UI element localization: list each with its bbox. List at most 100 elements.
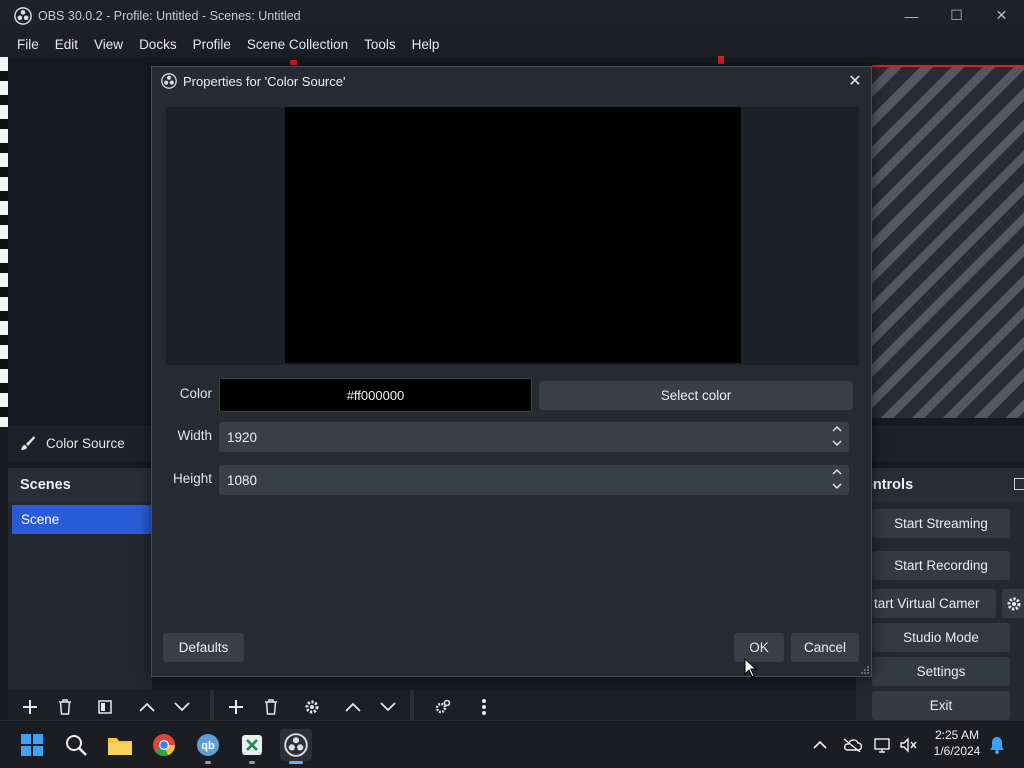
cancel-button[interactable]: Cancel xyxy=(791,633,859,662)
scene-list-item[interactable]: Scene xyxy=(12,505,152,534)
dialog-close-button[interactable]: ✕ xyxy=(845,71,865,91)
menu-scene-collection[interactable]: Scene Collection xyxy=(239,37,356,52)
trash-icon xyxy=(265,699,277,715)
active-indicator xyxy=(289,761,303,764)
spin-arrows-icon[interactable] xyxy=(831,467,843,493)
resize-grip-icon[interactable] xyxy=(861,666,869,674)
menu-edit[interactable]: Edit xyxy=(47,37,86,52)
window-title: OBS 30.0.2 - Profile: Untitled - Scenes:… xyxy=(38,8,301,23)
start-icon xyxy=(21,734,43,756)
color-swatch[interactable]: #ff000000 xyxy=(219,378,532,412)
source-handle-left xyxy=(290,60,297,65)
system-clock[interactable]: 2:25 AM 1/6/2024 xyxy=(928,727,986,759)
virtual-camera-settings-button[interactable] xyxy=(1002,589,1024,618)
network-icon xyxy=(874,738,890,753)
menu-tools[interactable]: Tools xyxy=(356,37,404,52)
height-value: 1080 xyxy=(227,472,258,488)
move-scene-down-button[interactable] xyxy=(168,694,196,720)
maximize-button[interactable]: ☐ xyxy=(934,0,979,31)
scene-filters-button[interactable] xyxy=(91,694,119,720)
select-color-button[interactable]: Select color xyxy=(539,381,853,410)
tray-notifications[interactable] xyxy=(987,735,1007,755)
controls-dock: ontrols Start Streaming Start Recording … xyxy=(856,468,1024,720)
chevron-down-icon xyxy=(174,702,190,712)
menu-bar: File Edit View Docks Profile Scene Colle… xyxy=(0,31,1024,57)
svg-text:qb: qb xyxy=(201,740,215,752)
undock-icon[interactable] xyxy=(1014,478,1024,490)
width-value: 1920 xyxy=(227,429,258,445)
menu-help[interactable]: Help xyxy=(404,37,448,52)
toolbar-separator xyxy=(210,690,214,722)
running-indicator xyxy=(205,761,211,764)
menu-profile[interactable]: Profile xyxy=(185,37,239,52)
menu-view[interactable]: View xyxy=(86,37,131,52)
taskbar: qb xyxy=(0,720,1024,768)
spin-arrows-icon[interactable] xyxy=(831,424,843,450)
tray-overflow-button[interactable] xyxy=(810,735,830,755)
toolbar-separator xyxy=(410,690,414,722)
defaults-button[interactable]: Defaults xyxy=(163,633,244,662)
volume-muted-icon xyxy=(900,737,917,753)
scenes-header: Scenes xyxy=(8,468,152,502)
start-streaming-button[interactable]: Start Streaming xyxy=(872,509,1010,538)
source-properties-button[interactable] xyxy=(298,694,326,720)
width-spinbox[interactable]: 1920 xyxy=(219,422,849,452)
source-handle xyxy=(718,56,724,64)
close-window-button[interactable]: ✕ xyxy=(979,0,1024,31)
source-toolbar: Color Source xyxy=(8,425,152,461)
file-explorer-icon xyxy=(108,738,132,755)
taskbar-file-explorer[interactable] xyxy=(104,729,136,761)
add-scene-button[interactable] xyxy=(16,694,44,720)
taskbar-obs[interactable] xyxy=(280,729,312,764)
tray-network[interactable] xyxy=(873,735,893,755)
window-titlebar: OBS 30.0.2 - Profile: Untitled - Scenes:… xyxy=(0,0,1024,31)
minimize-button[interactable]: — xyxy=(889,0,934,31)
search-icon xyxy=(66,735,87,756)
color-preview-canvas xyxy=(285,107,741,363)
chevron-down-icon xyxy=(380,702,396,712)
preview-left-edge xyxy=(0,57,8,427)
chevron-up-icon xyxy=(345,702,361,712)
add-source-button[interactable] xyxy=(222,694,250,720)
audio-advanced-button[interactable] xyxy=(429,694,457,720)
chrome-icon xyxy=(153,734,176,757)
obs-logo-icon xyxy=(14,6,32,25)
taskbar-qbittorrent[interactable]: qb xyxy=(192,729,224,764)
bell-icon xyxy=(990,737,1004,754)
taskbar-search-button[interactable] xyxy=(60,729,92,761)
move-source-down-button[interactable] xyxy=(374,694,402,720)
tray-volume[interactable] xyxy=(899,735,919,755)
obs-icon xyxy=(284,733,308,757)
exit-button[interactable]: Exit xyxy=(872,691,1010,720)
kebab-menu-icon xyxy=(482,699,486,715)
width-label: Width xyxy=(177,428,212,443)
tray-onedrive[interactable] xyxy=(842,735,862,755)
audio-menu-button[interactable] xyxy=(470,694,498,720)
chevron-up-icon xyxy=(139,702,155,712)
move-source-up-button[interactable] xyxy=(339,694,367,720)
taskbar-chrome[interactable] xyxy=(148,729,180,761)
ok-button[interactable]: OK xyxy=(734,633,784,662)
move-scene-up-button[interactable] xyxy=(133,694,161,720)
studio-mode-button[interactable]: Studio Mode xyxy=(872,623,1010,652)
gears-icon xyxy=(435,699,451,714)
settings-button[interactable]: Settings xyxy=(872,657,1010,686)
start-virtual-camera-button[interactable]: tart Virtual Camer xyxy=(872,589,996,618)
taskbar-excel[interactable] xyxy=(236,729,268,764)
clock-time: 2:25 AM xyxy=(934,728,980,742)
properties-dialog: Properties for 'Color Source' ✕ Color #f… xyxy=(151,66,872,677)
start-button[interactable] xyxy=(16,729,48,761)
mouse-cursor-icon xyxy=(744,658,758,678)
menu-file[interactable]: File xyxy=(9,37,47,52)
remove-scene-button[interactable] xyxy=(51,694,79,720)
remove-source-button[interactable] xyxy=(257,694,285,720)
cloud-off-icon xyxy=(843,738,862,752)
menu-docks[interactable]: Docks xyxy=(131,37,185,52)
preview-canvas[interactable] xyxy=(872,66,1024,418)
plus-icon xyxy=(23,700,37,714)
brush-icon xyxy=(21,436,35,450)
controls-header: ontrols xyxy=(856,468,1024,502)
color-label: Color xyxy=(179,386,212,401)
height-spinbox[interactable]: 1080 xyxy=(219,465,849,495)
start-recording-button[interactable]: Start Recording xyxy=(872,551,1010,580)
